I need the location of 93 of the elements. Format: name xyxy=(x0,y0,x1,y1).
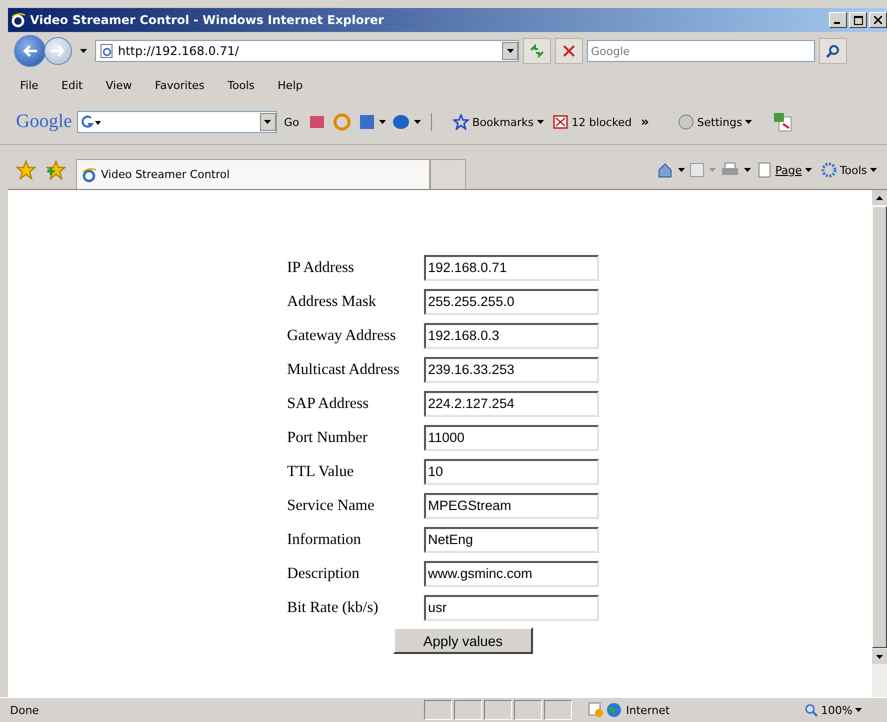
google-search-field[interactable] xyxy=(76,111,277,133)
page-icon xyxy=(758,162,772,178)
menu-item[interactable]: File xyxy=(20,78,38,92)
caret-icon[interactable] xyxy=(744,168,752,172)
security-zone: Internet xyxy=(606,702,786,718)
browser-tab[interactable]: Video Streamer Control xyxy=(76,159,430,189)
input-field[interactable]: 10 xyxy=(424,458,599,484)
input-field[interactable]: 11000 xyxy=(424,424,599,450)
input-field[interactable]: 239.16.33.253 xyxy=(424,356,599,382)
globe-icon xyxy=(606,702,622,718)
close-button[interactable] xyxy=(869,12,887,28)
field-label: Address Mask xyxy=(287,292,378,310)
refresh-arrows-icon xyxy=(529,44,545,58)
input-field[interactable]: NetEng xyxy=(424,526,599,552)
refresh-button[interactable] xyxy=(523,38,551,64)
stop-button[interactable] xyxy=(555,38,583,64)
home-icon[interactable] xyxy=(657,162,674,178)
field-label: SAP Address xyxy=(287,394,370,412)
menu-item[interactable]: Favorites xyxy=(154,78,205,92)
caret-icon xyxy=(264,120,272,124)
caret-icon xyxy=(506,49,514,53)
field-label: IP Address xyxy=(287,258,356,276)
maximize-icon xyxy=(854,16,862,24)
close-icon xyxy=(563,45,575,57)
back-button[interactable] xyxy=(14,35,46,67)
scroll-down-icon xyxy=(876,654,883,658)
g-icon xyxy=(80,114,102,130)
scroll-up-icon xyxy=(876,196,883,200)
zoom-button[interactable]: 100% xyxy=(798,702,868,718)
favorites-star-icon[interactable] xyxy=(16,160,36,180)
caret-icon[interactable] xyxy=(678,168,686,172)
status-pane xyxy=(454,700,482,720)
bookmarks-button[interactable]: Bookmarks xyxy=(451,114,546,130)
page-icon xyxy=(81,166,97,182)
back-arrow-icon xyxy=(22,44,38,58)
search-button[interactable] xyxy=(819,38,847,64)
menu-item[interactable]: View xyxy=(106,78,132,92)
field-label: Bit Rate (kb/s) xyxy=(287,598,380,616)
zoom-icon xyxy=(804,703,818,717)
input-field[interactable]: www.gsminc.com xyxy=(424,560,599,586)
gear-icon xyxy=(820,162,837,178)
search-field[interactable]: Google xyxy=(587,40,815,62)
star-icon xyxy=(453,114,470,130)
field-label: Multicast Address xyxy=(287,360,400,378)
forward-button[interactable] xyxy=(44,37,72,65)
input-field[interactable]: usr xyxy=(424,594,599,620)
caret-icon xyxy=(804,168,812,172)
field-label: Information xyxy=(287,530,362,548)
input-field[interactable]: MPEGStream xyxy=(424,492,599,518)
blocked-window-icon xyxy=(552,114,569,130)
caret-icon xyxy=(855,708,862,712)
menu-item[interactable]: Tools xyxy=(228,78,255,92)
search-icon xyxy=(826,44,840,58)
tools-menu-button[interactable]: Tools xyxy=(818,162,879,178)
input-field[interactable]: 192.168.0.71 xyxy=(424,254,599,280)
status-text: Done xyxy=(10,704,40,716)
status-pane xyxy=(424,700,452,720)
field-label: Gateway Address xyxy=(287,326,397,344)
window-title: Video Streamer Control - Windows Internet Explorer xyxy=(30,13,385,27)
input-field[interactable]: 192.168.0.3 xyxy=(424,322,599,348)
input-field[interactable]: 255.255.255.0 xyxy=(424,288,599,314)
menu-item[interactable]: Edit xyxy=(61,78,83,92)
field-label: TTL Value xyxy=(287,462,355,480)
go-button[interactable]: Go xyxy=(282,116,302,128)
close-icon xyxy=(874,16,882,24)
minimize-button[interactable] xyxy=(829,12,847,28)
field-label: Description xyxy=(287,564,360,582)
settings-button[interactable]: Settings xyxy=(676,114,754,130)
caret-icon[interactable] xyxy=(80,49,87,53)
warning-page-icon xyxy=(588,702,604,718)
field-label: Port Number xyxy=(287,428,369,446)
menu-item[interactable]: Help xyxy=(278,78,303,92)
maximize-button[interactable] xyxy=(849,12,867,28)
page-icon xyxy=(100,44,114,58)
caret-icon xyxy=(745,120,752,124)
apply-button[interactable]: Apply values xyxy=(393,627,533,654)
caret-icon xyxy=(870,168,877,172)
input-field[interactable]: 224.2.127.254 xyxy=(424,390,599,416)
browser-logo-icon xyxy=(10,12,26,28)
printer-icon[interactable] xyxy=(721,162,740,178)
popup-blocker-button[interactable]: 12 blocked xyxy=(550,114,634,130)
dropdown-button[interactable] xyxy=(260,113,276,131)
status-pane xyxy=(514,700,542,720)
caret-icon xyxy=(536,120,544,124)
dropdown-button[interactable] xyxy=(502,42,518,60)
status-pane xyxy=(544,700,572,720)
page-menu-button[interactable]: Page xyxy=(756,162,814,178)
field-label: Service Name xyxy=(287,496,376,514)
forward-arrow-icon xyxy=(50,44,66,58)
address-field[interactable]: http://192.168.0.71/ xyxy=(95,40,519,62)
google-logo: Google xyxy=(16,111,72,133)
more-button[interactable]: » xyxy=(638,114,652,130)
status-pane xyxy=(484,700,512,720)
